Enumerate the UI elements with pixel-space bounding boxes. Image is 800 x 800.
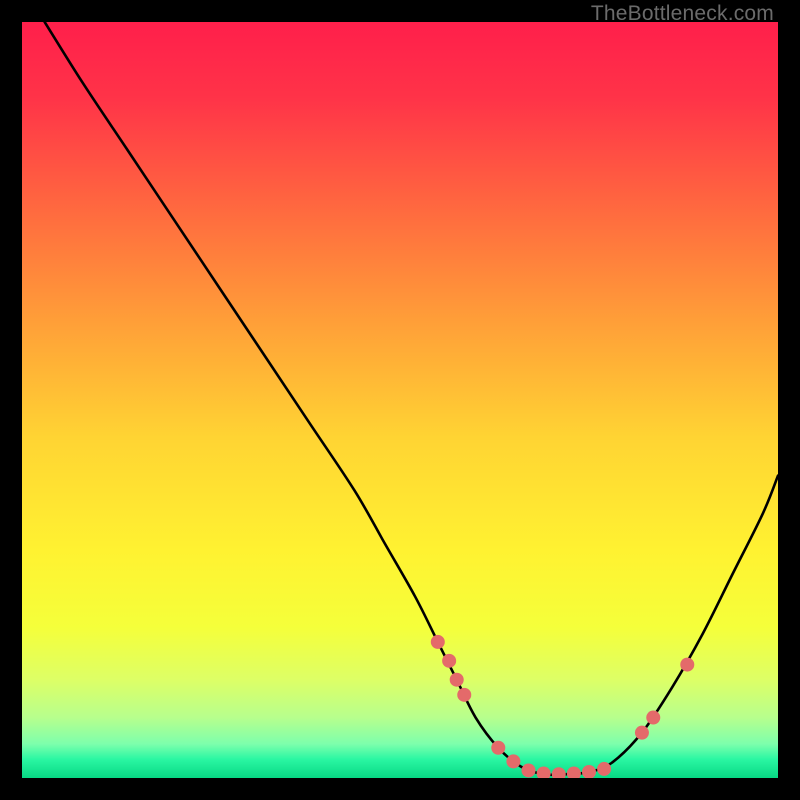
marker-dot — [597, 762, 611, 776]
marker-dot — [450, 673, 464, 687]
marker-dot — [506, 754, 520, 768]
watermark-text: TheBottleneck.com — [591, 2, 774, 26]
marker-dot — [522, 763, 536, 777]
marker-dot — [431, 635, 445, 649]
marker-dot — [457, 688, 471, 702]
chart-frame — [22, 22, 778, 778]
marker-dot — [646, 711, 660, 725]
marker-dot — [635, 726, 649, 740]
marker-dot — [491, 741, 505, 755]
marker-dot — [442, 654, 456, 668]
chart-svg — [22, 22, 778, 778]
marker-dot — [680, 658, 694, 672]
gradient-background — [22, 22, 778, 778]
